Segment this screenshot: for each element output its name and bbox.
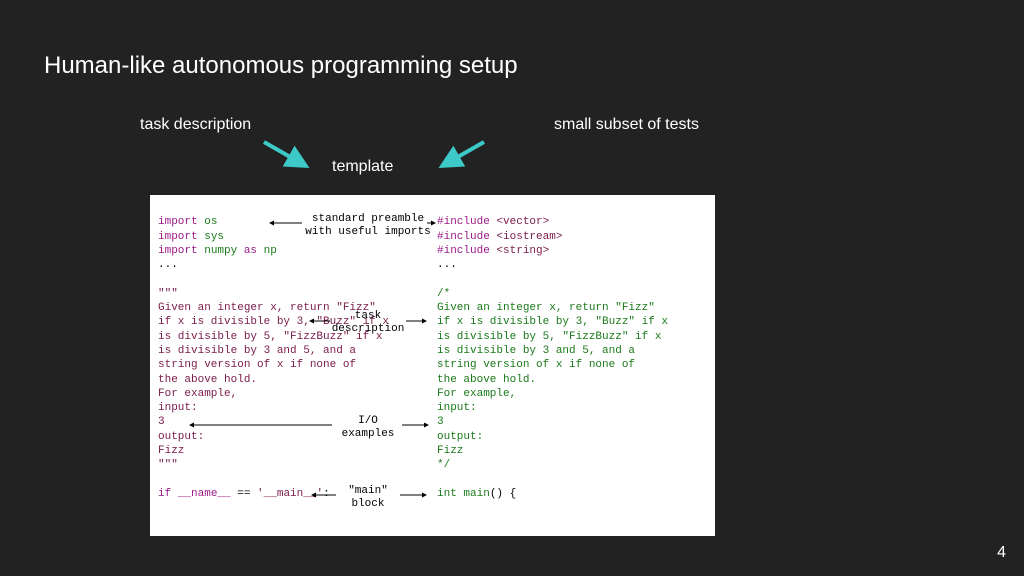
arrow-main-right (396, 489, 430, 501)
arrow-taskdesc-right (402, 315, 430, 327)
label-template: template (332, 158, 393, 176)
arrow-task-to-template (258, 136, 318, 176)
slide-title: Human-like autonomous programming setup (44, 52, 518, 80)
label-small-subset-tests: small subset of tests (554, 116, 699, 134)
arrow-preamble-right (425, 217, 437, 229)
arrow-main-left (308, 489, 340, 501)
arrow-io-left (186, 419, 336, 431)
code-template-panel: import os import sys import numpy as np … (150, 195, 715, 536)
python-code-column: import os import sys import numpy as np … (158, 201, 303, 516)
label-task-description: task description (140, 116, 251, 134)
arrow-taskdesc-left (306, 315, 334, 327)
cpp-code-column: #include <vector> #include <iostream> #i… (437, 201, 587, 516)
page-number: 4 (997, 544, 1006, 562)
arrow-preamble-left (266, 217, 306, 229)
arrow-io-right (398, 419, 432, 431)
arrow-tests-to-template (430, 136, 490, 176)
annotation-preamble: standard preamble with useful imports (298, 213, 438, 239)
